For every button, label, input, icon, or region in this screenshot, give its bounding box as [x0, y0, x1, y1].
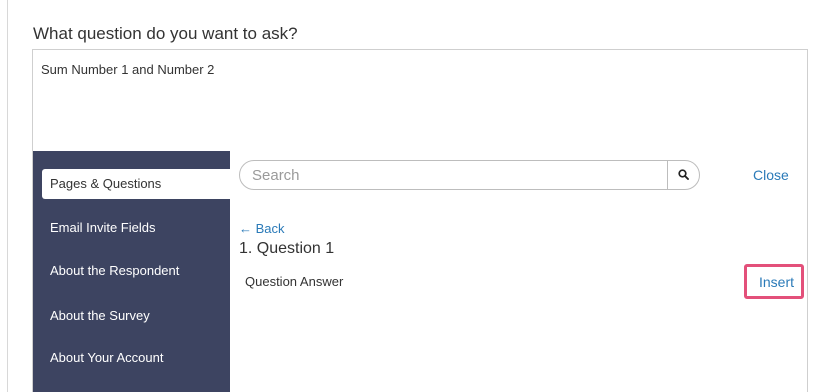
left-divider: [7, 0, 8, 392]
insert-button[interactable]: Insert: [744, 264, 804, 299]
question-text-value[interactable]: Sum Number 1 and Number 2: [41, 62, 214, 78]
search-icon: [678, 169, 689, 180]
question-prompt-label: What question do you want to ask?: [33, 24, 298, 43]
sidebar-item-email-invite-fields[interactable]: Email Invite Fields: [33, 213, 230, 243]
question-answer-label: Question Answer: [245, 274, 344, 289]
sidebar-item-about-survey[interactable]: About the Survey: [33, 301, 230, 331]
back-link[interactable]: ← Back: [239, 221, 285, 237]
sidebar-item-about-respondent[interactable]: About the Respondent: [33, 256, 230, 286]
page-heading: 1. Question 1: [239, 240, 335, 257]
search-box: [239, 160, 700, 190]
insert-button-label: Insert: [759, 274, 795, 290]
sidebar-item-label: About the Respondent: [50, 263, 180, 278]
close-link[interactable]: Close: [753, 166, 789, 184]
merge-code-sidebar: Pages & Questions Email Invite Fields Ab…: [33, 151, 234, 392]
sidebar-item-label: About Your Account: [50, 350, 164, 365]
sidebar-item-pages-questions[interactable]: Pages & Questions: [42, 169, 234, 199]
sidebar-item-about-account[interactable]: About Your Account: [33, 343, 230, 373]
sidebar-item-label: Pages & Questions: [50, 176, 162, 191]
sidebar-item-label: About the Survey: [50, 308, 150, 323]
search-input[interactable]: [240, 161, 666, 189]
sidebar-item-label: Email Invite Fields: [50, 220, 156, 235]
search-button[interactable]: [667, 161, 699, 189]
